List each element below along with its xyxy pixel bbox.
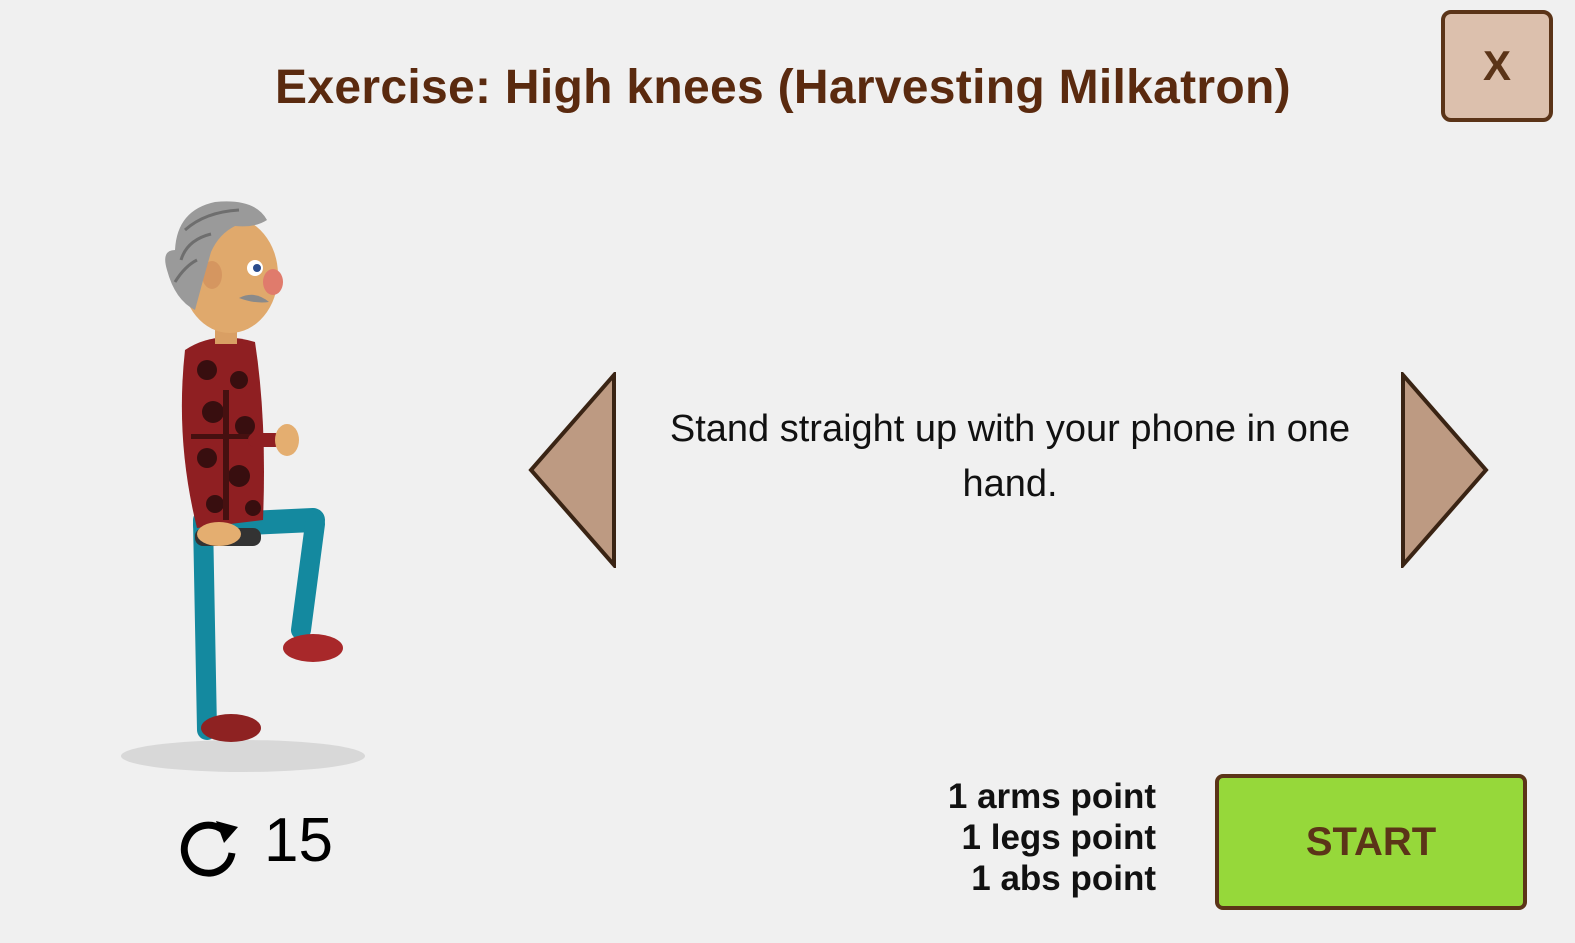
close-button[interactable]: X (1441, 10, 1553, 122)
instruction-text: Stand straight up with your phone in one… (669, 408, 1351, 505)
points-arms: 1 arms point (947, 777, 1156, 816)
repetition-counter: 15 (180, 795, 333, 885)
next-step-button[interactable] (1400, 372, 1490, 568)
points-abs: 1 abs point (971, 859, 1156, 898)
repetition-count: 15 (264, 805, 333, 875)
exercise-title: Exercise: High knees (Harvesting Milkatr… (275, 61, 1291, 114)
triangle-right-icon (1401, 372, 1489, 568)
points-list: 1 arms point 1 legs point 1 abs point (880, 776, 1156, 899)
repeat-icon (180, 821, 238, 877)
triangle-left-icon (528, 372, 616, 568)
start-button[interactable]: START (1215, 774, 1527, 910)
exercise-screen: Exercise: High knees (Harvesting Milkatr… (0, 0, 1575, 943)
previous-step-button[interactable] (527, 372, 617, 568)
character-illustration (121, 201, 365, 772)
points-legs: 1 legs point (961, 818, 1156, 857)
